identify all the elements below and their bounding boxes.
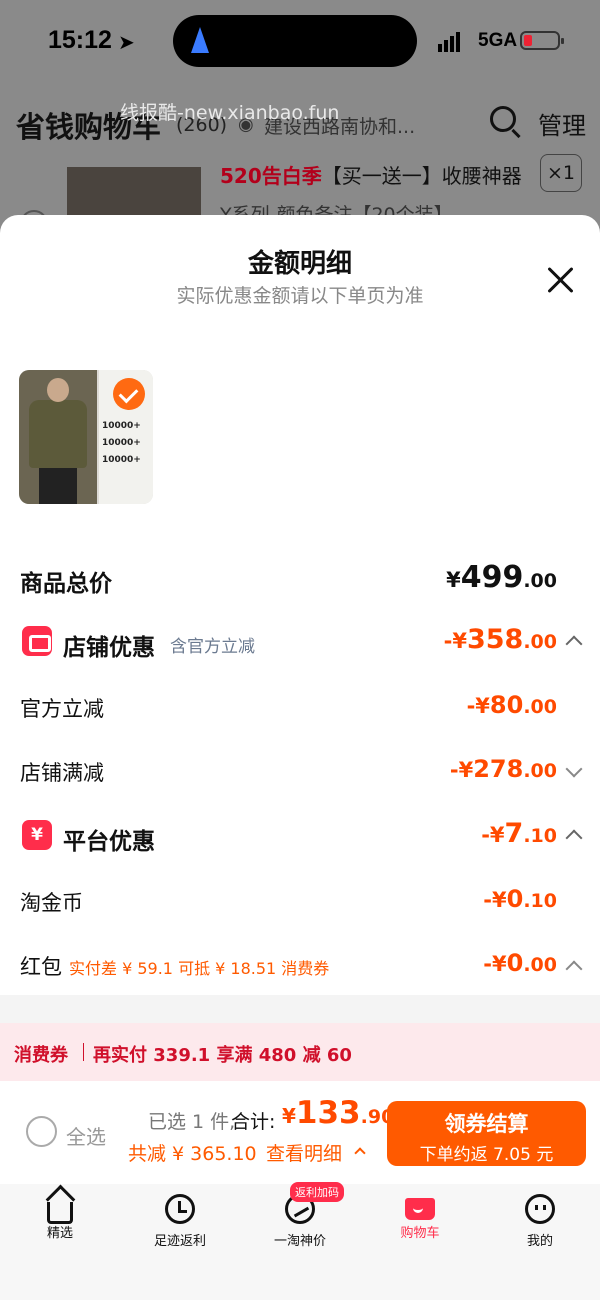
total-label: 合计: xyxy=(231,1111,276,1133)
saved-amount: 共减 ¥ 365.10 xyxy=(128,1143,257,1165)
official-value: -¥80.00 xyxy=(466,691,557,719)
amount-detail-sheet: 金额明细 实际优惠金额请以下单页为准 10000+ 10000+ 10000+ … xyxy=(0,215,600,995)
checkout-button-sub: 下单约返 7.05 元 xyxy=(419,1145,554,1165)
selected-check-icon xyxy=(113,378,145,410)
divider xyxy=(0,995,600,1023)
tab-bar: 精选 足迹返利 一淘神价 返利加码 购物车 我的 xyxy=(0,1182,600,1300)
coupon-bar[interactable]: 消费券 再实付 339.1 享满 480 减 60 xyxy=(0,1023,600,1081)
shop-full-value: -¥278.00 xyxy=(449,755,557,783)
jacket-image xyxy=(29,400,87,468)
chevron-up-icon[interactable] xyxy=(565,635,583,653)
close-icon[interactable] xyxy=(546,265,576,295)
status-bar: 15:12 ➤ 5GA xyxy=(0,0,600,84)
status-time: 15:12 xyxy=(48,26,112,54)
select-all-label[interactable]: 全选 xyxy=(66,1121,106,1150)
red-packet-note: 实付差 ¥ 59.1 可抵 ¥ 18.51 消费券 xyxy=(69,959,330,978)
sheet-subtitle: 实际优惠金额请以下单页为准 xyxy=(176,285,424,307)
platform-discount-label: 平台优惠 xyxy=(63,829,155,855)
dynamic-island xyxy=(173,15,417,67)
clock-icon xyxy=(165,1194,195,1224)
total-amount: ¥133.90 xyxy=(282,1095,395,1131)
coupon-text: 再实付 339.1 享满 480 减 60 xyxy=(93,1045,352,1066)
shop-full-label: 店铺满减 xyxy=(20,761,104,785)
product-title[interactable]: 520告白季【买一送一】收腰神器 xyxy=(220,160,522,189)
total-price-value: ¥499.00 xyxy=(446,560,557,595)
tab-me[interactable]: 我的 xyxy=(490,1194,590,1249)
shop-discount-label: 店铺优惠 xyxy=(63,635,155,661)
tab-featured[interactable]: 精选 xyxy=(10,1194,110,1241)
tab-badge: 返利加码 xyxy=(290,1182,344,1202)
navigation-icon xyxy=(191,27,209,53)
tab-label: 足迹返利 xyxy=(153,1234,206,1249)
manage-button[interactable]: 管理 xyxy=(538,106,586,141)
tab-label: 我的 xyxy=(526,1234,553,1249)
selected-count: 已选 1 件, xyxy=(148,1111,236,1133)
checkout-button-label: 领券结算 xyxy=(444,1112,529,1136)
product-image[interactable]: 10000+ 10000+ 10000+ xyxy=(19,370,153,504)
quantity-badge[interactable]: ×1 xyxy=(540,154,582,192)
signal-icon xyxy=(438,32,462,52)
network-type: 5GA xyxy=(478,30,518,51)
chevron-down-icon[interactable] xyxy=(565,760,583,778)
chevron-up-icon[interactable] xyxy=(354,1147,366,1159)
platform-discount-value: -¥7.10 xyxy=(481,818,557,849)
location-arrow-icon: ➤ xyxy=(118,30,135,54)
checkout-button[interactable]: 领券结算 下单约返 7.05 元 xyxy=(387,1101,586,1166)
platform-yen-icon: ¥ xyxy=(22,820,52,850)
cart-icon xyxy=(405,1198,435,1220)
coin-label: 淘金币 xyxy=(20,891,83,915)
promo-tag: 520告白季 xyxy=(220,164,322,188)
face-icon xyxy=(525,1194,555,1224)
tab-label: 一淘神价 xyxy=(273,1234,326,1249)
coupon-label: 消费券 xyxy=(14,1045,68,1066)
home-icon xyxy=(47,1202,73,1224)
chevron-up-icon[interactable] xyxy=(565,960,583,978)
tab-label: 精选 xyxy=(46,1226,73,1241)
red-packet-value: -¥0.00 xyxy=(483,949,557,977)
sheet-title: 金额明细 xyxy=(247,249,352,279)
view-detail-link[interactable]: 查看明细 xyxy=(266,1139,342,1166)
search-icon[interactable] xyxy=(490,106,516,132)
tab-cart[interactable]: 购物车 xyxy=(370,1194,470,1241)
total-price-label: 商品总价 xyxy=(20,571,112,597)
coin-value: -¥0.10 xyxy=(483,885,557,913)
select-all-radio[interactable] xyxy=(26,1116,57,1147)
tab-footprint[interactable]: 足迹返利 xyxy=(130,1194,230,1249)
tab-deals[interactable]: 一淘神价 xyxy=(250,1194,350,1249)
watermark: 线报酷-new.xianbao.fun xyxy=(120,102,340,124)
product-title-text: 【买一送一】收腰神器 xyxy=(321,164,522,188)
shop-icon xyxy=(22,626,52,656)
tab-label: 购物车 xyxy=(400,1226,440,1241)
red-packet-label: 红包 xyxy=(20,955,62,979)
official-tag: 含官方立减 xyxy=(170,637,255,657)
checkout-bar: 全选 已选 1 件, 合计: ¥133.90 共减 ¥ 365.10 查看明细 … xyxy=(0,1081,600,1184)
shop-discount-value: -¥358.00 xyxy=(443,624,557,655)
battery-icon xyxy=(520,31,564,50)
official-label: 官方立减 xyxy=(20,697,104,721)
chevron-up-icon[interactable] xyxy=(565,829,583,847)
